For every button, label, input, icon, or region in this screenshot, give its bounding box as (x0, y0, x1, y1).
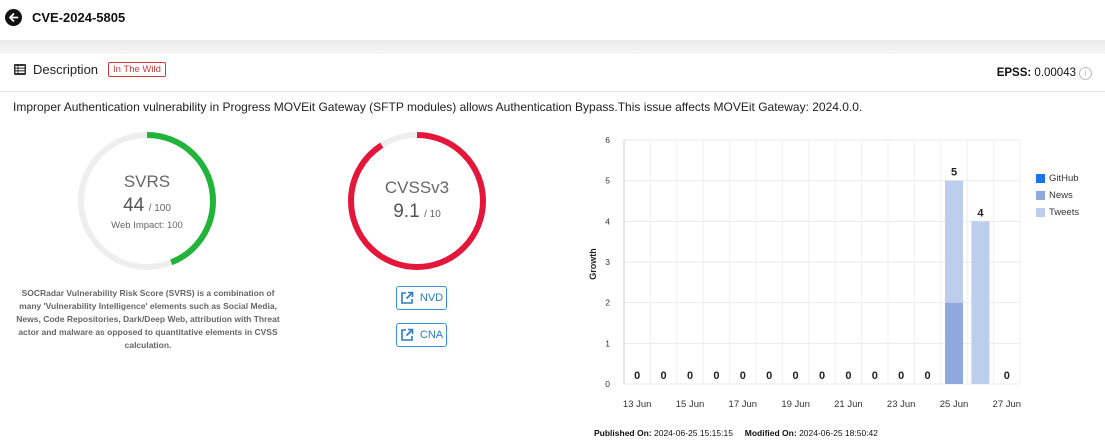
info-icon[interactable]: i (1079, 67, 1092, 80)
legend-swatch (1036, 191, 1045, 200)
legend-swatch (1036, 174, 1045, 183)
svrs-web-impact: Web Impact: 100 (111, 220, 183, 231)
modified-label: Modified On: (744, 428, 797, 438)
legend-label: GitHub (1049, 173, 1079, 184)
svrs-score-max: / 100 (148, 203, 171, 214)
bar-total-label: 0 (898, 370, 904, 382)
x-tick-label: 21 Jun (834, 399, 863, 410)
external-link-icon (401, 328, 414, 341)
legend-item-github[interactable]: GitHub (1036, 170, 1079, 187)
cvss-gauge: CVSSv3 9.1 / 10 (346, 130, 488, 272)
bar-total-label: 0 (740, 370, 746, 382)
header-divider (0, 40, 1105, 54)
y-tick-label: 5 (605, 176, 610, 186)
top-bar: CVE-2024-5805 (0, 0, 1105, 40)
published-value: 2024-06-25 15:15:15 (654, 428, 733, 438)
epss-value: 0.00043 (1034, 67, 1076, 79)
svrs-description: SOCRadar Vulnerability Risk Score (SVRS)… (16, 288, 280, 350)
bar-total-label: 0 (925, 370, 931, 382)
bar-total-label: 0 (1004, 370, 1010, 382)
description-header: Description In The Wild (14, 62, 166, 77)
bar-total-label: 0 (872, 370, 878, 382)
modified-value: 2024-06-25 18:50:42 (799, 428, 878, 438)
x-tick-label: 27 Jun (993, 399, 1022, 410)
cvss-score: 9.1 / 10 (346, 201, 488, 223)
x-tick-label: 25 Jun (940, 399, 969, 410)
bar-total-label: 0 (766, 370, 772, 382)
bar-total-label: 0 (634, 370, 640, 382)
legend-swatch (1036, 208, 1045, 217)
back-arrow-icon[interactable] (5, 9, 22, 26)
y-tick-label: 0 (605, 379, 610, 389)
x-tick-label: 23 Jun (887, 399, 916, 410)
x-tick-label: 15 Jun (676, 399, 705, 410)
y-tick-label: 1 (605, 338, 610, 348)
page-title: CVE-2024-5805 (32, 10, 126, 25)
epss-score: EPSS: 0.00043 (997, 67, 1076, 79)
svrs-score: 44 / 100 (76, 195, 218, 217)
y-tick-label: 6 (605, 135, 610, 145)
chart-legend: GitHub News Tweets (1036, 170, 1079, 221)
epss-label: EPSS: (996, 67, 1032, 79)
nvd-link-button[interactable]: NVD (396, 286, 447, 310)
x-tick-label: 13 Jun (623, 399, 652, 410)
in-the-wild-badge: In The Wild (108, 62, 166, 77)
svrs-score-value: 44 (123, 195, 145, 216)
cvss-score-value: 9.1 (393, 201, 420, 222)
x-tick-label: 17 Jun (729, 399, 758, 410)
bar-total-label: 0 (713, 370, 719, 382)
bar-segment-news[interactable] (945, 302, 963, 384)
growth-chart: 0 1 2 3 4 5 6 0 0 0 0 0 0 0 0 0 0 0 0 5 4 0 13 Jun 15 Jun 17 J… (588, 135, 1022, 410)
nvd-label: NVD (419, 292, 444, 304)
legend-item-news[interactable]: News (1036, 187, 1079, 204)
published-label: Published On: (594, 428, 652, 438)
section-divider (0, 91, 1105, 92)
legend-label: Tweets (1049, 207, 1080, 218)
x-tick-label: 19 Jun (781, 399, 810, 410)
svrs-label: SVRS (123, 172, 171, 191)
legend-item-tweets[interactable]: Tweets (1036, 204, 1079, 221)
cvss-score-max: / 10 (424, 209, 441, 220)
legend-label: News (1049, 190, 1073, 201)
footer-dates: Published On: 2024-06-25 15:15:15 Modifi… (594, 428, 878, 438)
svrs-gauge: SVRS 44 / 100 Web Impact: 100 (76, 130, 218, 272)
cvss-label: CVSSv3 (384, 178, 450, 197)
cna-label: CNA (419, 329, 444, 341)
description-label: Description (33, 62, 99, 77)
cna-link-button[interactable]: CNA (396, 323, 447, 347)
bar-total-label: 0 (793, 370, 799, 382)
bar-total-label: 4 (977, 207, 984, 219)
bar-segment-tweets[interactable] (945, 180, 963, 303)
list-icon (14, 64, 26, 75)
bar-total-label: 0 (819, 370, 825, 382)
y-axis-label: Growth (588, 248, 598, 280)
external-link-icon (401, 291, 414, 304)
bar-total-label: 5 (951, 167, 957, 179)
description-text: Improper Authentication vulnerability in… (13, 100, 863, 114)
y-tick-label: 2 (605, 298, 610, 308)
bar-segment-tweets[interactable] (971, 221, 990, 384)
y-tick-label: 4 (605, 216, 610, 226)
bar-total-label: 0 (687, 370, 693, 382)
bar-total-label: 0 (845, 370, 851, 382)
y-tick-label: 3 (605, 257, 610, 267)
bar-total-label: 0 (661, 370, 667, 382)
